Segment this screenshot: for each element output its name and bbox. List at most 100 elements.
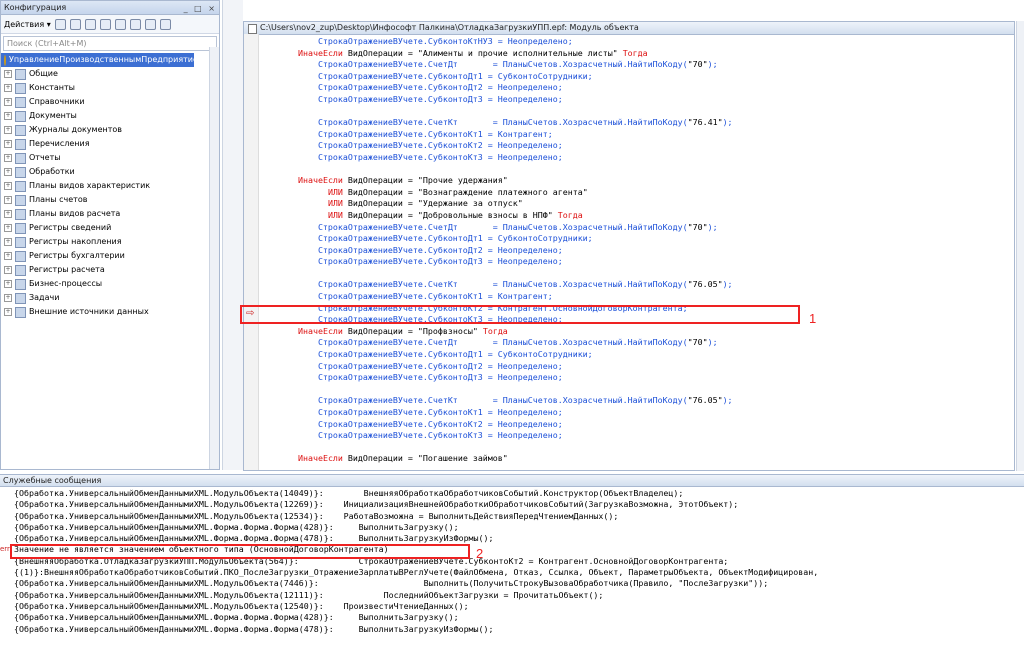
message-line[interactable]: {Обработка.УниверсальныйОбменДаннымиXML.… bbox=[14, 533, 818, 544]
node-icon bbox=[15, 68, 26, 80]
config-tree: УправлениеПроизводственнымПредприятием +… bbox=[1, 53, 219, 319]
error-marker: err bbox=[0, 545, 10, 553]
copy-icon[interactable] bbox=[84, 18, 96, 30]
filter-icon[interactable] bbox=[159, 18, 171, 30]
node-icon bbox=[15, 110, 26, 122]
code-line: СтрокаОтражениеВУчете.СубконтоКт2 = Неоп… bbox=[258, 140, 563, 151]
window-buttons[interactable]: _ □ × bbox=[184, 2, 217, 15]
message-line[interactable]: {(1)}:ВнешняяОбработкаОбработчиковСобыти… bbox=[14, 567, 818, 578]
tree-item[interactable]: + Регистры сведений bbox=[1, 221, 219, 235]
tree-item[interactable]: + Задачи bbox=[1, 291, 219, 305]
tree-item[interactable]: + Бизнес-процессы bbox=[1, 277, 219, 291]
expand-icon[interactable]: + bbox=[4, 252, 12, 260]
code-line: ИЛИ ВидОперации = "Добровольные взносы в… bbox=[327, 209, 583, 220]
tree-item[interactable]: + Документы bbox=[1, 109, 219, 123]
actions-menu[interactable]: Действия ▾ bbox=[4, 20, 51, 29]
expand-icon[interactable]: + bbox=[4, 294, 12, 302]
tree-item[interactable]: + Планы счетов bbox=[1, 193, 219, 207]
code-line: ИЛИ ВидОперации = "Удержание за отпуск" bbox=[327, 198, 523, 209]
tree-item-label: Отчеты bbox=[29, 153, 61, 162]
tree-item[interactable]: + Регистры бухгалтерии bbox=[1, 249, 219, 263]
expand-icon[interactable]: + bbox=[4, 280, 12, 288]
expand-icon[interactable]: + bbox=[4, 98, 12, 106]
message-line[interactable]: {Обработка.УниверсальныйОбменДаннымиXML.… bbox=[14, 522, 818, 533]
message-line[interactable]: {Обработка.УниверсальныйОбменДаннымиXML.… bbox=[14, 499, 818, 510]
add-icon[interactable] bbox=[54, 18, 66, 30]
tree-item[interactable]: + Регистры накопления bbox=[1, 235, 219, 249]
expand-icon[interactable]: + bbox=[4, 210, 12, 218]
expand-icon[interactable]: + bbox=[4, 266, 12, 274]
tree-item-label: Внешние источники данных bbox=[29, 307, 149, 316]
code-line: СтрокаОтражениеВУчете.СубконтоКт3 = Неоп… bbox=[258, 430, 563, 441]
expand-icon[interactable]: + bbox=[4, 126, 12, 134]
tree-item-label: Справочники bbox=[29, 97, 85, 106]
tree-item-label: Общие bbox=[29, 69, 58, 78]
tree-item[interactable]: + Журналы документов bbox=[1, 123, 219, 137]
expand-icon[interactable]: + bbox=[4, 224, 12, 232]
move-down-icon[interactable] bbox=[129, 18, 141, 30]
config-scrollbar[interactable] bbox=[209, 47, 219, 469]
node-icon bbox=[15, 306, 26, 318]
expand-icon[interactable]: + bbox=[4, 84, 12, 92]
editor-gutter[interactable] bbox=[244, 34, 259, 470]
annotation-1: 1 bbox=[809, 311, 817, 326]
tree-item-label: Регистры накопления bbox=[29, 237, 122, 246]
message-line[interactable]: {Обработка.УниверсальныйОбменДаннымиXML.… bbox=[14, 590, 818, 601]
editor-title-text: C:\Users\nov2_zup\Desktop\Инфософт Палки… bbox=[260, 23, 639, 32]
expand-icon[interactable]: + bbox=[4, 168, 12, 176]
code-line: СтрокаОтражениеВУчете.СубконтоКт1 = Конт… bbox=[258, 291, 553, 302]
move-up-icon[interactable] bbox=[114, 18, 126, 30]
search-input[interactable]: Поиск (Ctrl+Alt+M) bbox=[3, 36, 217, 51]
edit-icon[interactable] bbox=[69, 18, 81, 30]
code-area[interactable]: СтрокаОтражениеВУчете.СубконтоКтНУ3 = Не… bbox=[258, 36, 1014, 465]
message-line[interactable]: {Обработка.УниверсальныйОбменДаннымиXML.… bbox=[14, 488, 818, 499]
expand-icon[interactable]: + bbox=[4, 112, 12, 120]
expand-icon[interactable]: + bbox=[4, 182, 12, 190]
node-icon bbox=[15, 152, 26, 164]
message-line[interactable]: {Обработка.УниверсальныйОбменДаннымиXML.… bbox=[14, 578, 818, 589]
code-line: СтрокаОтражениеВУчете.СубконтоДт3 = Неоп… bbox=[258, 93, 563, 104]
code-line: СтрокаОтражениеВУчете.СубконтоДт1 = Субк… bbox=[258, 70, 593, 81]
tree-item[interactable]: + Справочники bbox=[1, 95, 219, 109]
message-line[interactable]: {Обработка.УниверсальныйОбменДаннымиXML.… bbox=[14, 612, 818, 623]
tree-item-label: Регистры бухгалтерии bbox=[29, 251, 125, 260]
code-line: СтрокаОтражениеВУчете.СубконтоДт3 = Неоп… bbox=[258, 372, 563, 383]
tree-root[interactable]: УправлениеПроизводственнымПредприятием bbox=[1, 53, 204, 67]
code-line: СтрокаОтражениеВУчете.СчетКт = ПланыСчет… bbox=[258, 279, 733, 290]
tree-item[interactable]: + Общие bbox=[1, 67, 219, 81]
tree-item-label: Перечисления bbox=[29, 139, 90, 148]
messages-panel: Служебные сообщения err {Обработка.Униве… bbox=[0, 474, 1024, 646]
expand-icon[interactable]: + bbox=[4, 140, 12, 148]
message-line[interactable]: {Обработка.УниверсальныйОбменДаннымиXML.… bbox=[14, 624, 818, 635]
tree-item-label: Задачи bbox=[29, 293, 60, 302]
config-toolbar: Действия ▾ bbox=[1, 15, 219, 34]
tree-item[interactable]: + Планы видов характеристик bbox=[1, 179, 219, 193]
message-line[interactable]: {Обработка.УниверсальныйОбменДаннымиXML.… bbox=[14, 511, 818, 522]
sort-icon[interactable] bbox=[144, 18, 156, 30]
highlight-box-1 bbox=[240, 305, 800, 324]
splitter[interactable] bbox=[222, 0, 243, 470]
code-line: ИначеЕсли ВидОперации = "Погашение займо… bbox=[297, 453, 508, 464]
tree-item[interactable]: + Константы bbox=[1, 81, 219, 95]
tree-item[interactable]: + Отчеты bbox=[1, 151, 219, 165]
expand-icon[interactable]: + bbox=[4, 70, 12, 78]
message-line[interactable]: {Обработка.УниверсальныйОбменДаннымиXML.… bbox=[14, 601, 818, 612]
tree-item[interactable]: + Планы видов расчета bbox=[1, 207, 219, 221]
node-icon bbox=[15, 166, 26, 178]
code-line: СтрокаОтражениеВУчете.СчетДт = ПланыСчет… bbox=[258, 221, 718, 232]
tree-item[interactable]: + Регистры расчета bbox=[1, 263, 219, 277]
expand-icon[interactable]: + bbox=[4, 196, 12, 204]
code-line: СтрокаОтражениеВУчете.СубконтоДт3 = Неоп… bbox=[258, 256, 563, 267]
module-editor: C:\Users\nov2_zup\Desktop\Инфософт Палки… bbox=[243, 21, 1015, 471]
tree-item[interactable]: + Обработки bbox=[1, 165, 219, 179]
tree-item[interactable]: + Перечисления bbox=[1, 137, 219, 151]
expand-icon[interactable]: + bbox=[4, 154, 12, 162]
node-icon bbox=[15, 264, 26, 276]
tree-item[interactable]: + Внешние источники данных bbox=[1, 305, 219, 319]
messages-list[interactable]: {Обработка.УниверсальныйОбменДаннымиXML.… bbox=[14, 488, 818, 635]
delete-icon[interactable] bbox=[99, 18, 111, 30]
expand-icon[interactable]: + bbox=[4, 238, 12, 246]
editor-scrollbar[interactable] bbox=[1016, 21, 1024, 471]
expand-icon[interactable]: + bbox=[4, 308, 12, 316]
